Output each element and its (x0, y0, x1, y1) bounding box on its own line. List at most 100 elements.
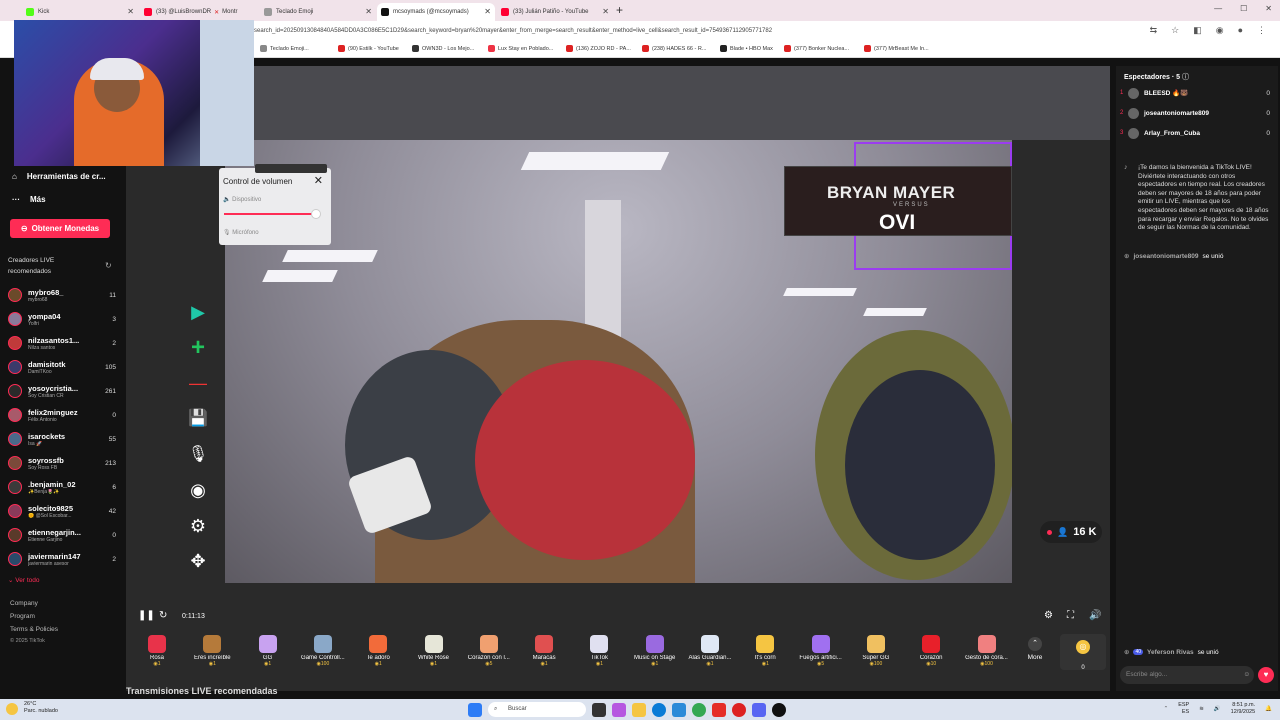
volume-icon[interactable]: 🔊 (1214, 706, 1221, 713)
footer-link-company[interactable]: Company (10, 600, 38, 607)
emoji-icon[interactable]: ☺ (1243, 666, 1250, 684)
gift-item[interactable]: Maracas ◉1 (517, 631, 571, 667)
file-explorer-icon[interactable] (632, 702, 646, 717)
eye-icon[interactable]: ◉ (188, 480, 208, 500)
heart-icon[interactable]: ♥ (1258, 667, 1274, 683)
gift-item[interactable]: It's corn ◉1 (738, 631, 792, 667)
close-icon[interactable]: ✕ (484, 7, 491, 16)
windows-start-icon[interactable] (468, 702, 482, 717)
gift-item[interactable]: Súper GG ◉100 (849, 631, 903, 667)
tab-youtube-luis[interactable]: (33) @LuisBrownDR ✕ Montr (140, 3, 246, 21)
tab-youtube-julian[interactable]: (33) Julián Patiño - YouTube ✕ (497, 3, 613, 21)
refresh-icon[interactable]: ↻ (159, 610, 167, 621)
sidebar-creator-item[interactable]: felix2minguez Félix Antonio 0 (8, 404, 116, 426)
notification-icon[interactable]: 🔔 (1265, 706, 1272, 713)
shield-icon[interactable]: ◉ (1216, 25, 1224, 36)
close-window-icon[interactable]: ✕ (1265, 4, 1272, 13)
task-view-icon[interactable] (592, 702, 606, 717)
clock[interactable]: 8:51 p.m. 12/9/2025 (1231, 702, 1255, 716)
move-icon[interactable]: ✥ (188, 551, 208, 571)
bookmark[interactable]: (377) Bonker Nuclea... (784, 45, 849, 52)
bookmark[interactable]: Blade • HBO Max (720, 45, 773, 52)
address-bar[interactable]: search_id=20250913084840A584DD0A3C086E5C… (254, 25, 1114, 38)
more-gifts-button[interactable]: ⌃ More (1020, 637, 1050, 661)
bookmark[interactable]: Teclado Emoji... (260, 45, 309, 52)
translate-icon[interactable]: ⇆ (1150, 25, 1158, 36)
youtube-icon[interactable] (712, 702, 726, 717)
maximize-icon[interactable]: ☐ (1240, 4, 1247, 13)
discord-icon[interactable] (752, 702, 766, 717)
spectator-row[interactable]: 1 BLEESD 🔥🐻 0 (1120, 86, 1270, 100)
settings-icon[interactable]: ⚙ (1044, 610, 1053, 621)
coin-balance-box[interactable]: ◎ 0 (1060, 634, 1106, 671)
sidebar-creator-item[interactable]: etiennegarjin... Etienne Garjino 0 (8, 524, 116, 546)
minus-icon[interactable]: — (188, 373, 208, 393)
chat-input[interactable]: Escribe algo... ☺ (1120, 666, 1254, 684)
footer-link-terms[interactable]: Terms & Policies (10, 626, 58, 633)
tab-teclado-emoji[interactable]: Teclado Emoji ✕ (260, 3, 376, 21)
bookmark[interactable]: (136) ZOJO RD - PA... (566, 45, 631, 52)
fullscreen-icon[interactable]: ⛶ (1067, 610, 1074, 621)
copilot-icon[interactable] (612, 702, 626, 717)
plus-icon[interactable]: + (188, 334, 208, 361)
extension-icon[interactable]: ◧ (1193, 25, 1202, 36)
weather-widget[interactable]: 26°C Parc. nublado (24, 701, 58, 715)
gift-item[interactable]: Corazón ◉10 (904, 631, 958, 667)
gift-item[interactable]: GG ◉1 (241, 631, 295, 667)
tab-kick[interactable]: Kick ✕ (22, 3, 138, 21)
pause-icon[interactable]: ❚❚ (138, 610, 155, 621)
gift-item[interactable]: Corazón con l... ◉5 (462, 631, 516, 667)
bookmark[interactable]: (90) Estilk - YouTube (338, 45, 399, 52)
viewer-count-badge[interactable]: 👤 16 K (1040, 521, 1102, 543)
sidebar-creator-item[interactable]: damisitotk DamiTKoo 105 (8, 356, 116, 378)
chevron-up-icon[interactable]: ⌃ (1164, 706, 1169, 713)
sidebar-creator-item[interactable]: isarockets Isa 🚀 55 (8, 428, 116, 450)
chat-username[interactable]: Yeferson Rivas (1147, 649, 1194, 656)
minimize-icon[interactable]: — (1214, 4, 1222, 13)
sidebar-item-more[interactable]: ··· Más (12, 195, 46, 204)
wifi-icon[interactable]: ≋ (1199, 706, 1204, 713)
gift-item[interactable]: Rosa ◉1 (130, 631, 184, 667)
mail-icon[interactable] (672, 702, 686, 717)
save-icon[interactable]: 💾 (188, 408, 208, 428)
sidebar-creator-item[interactable]: yosoycristia... Soy Cristian CR 261 (8, 380, 116, 402)
sidebar-creator-item[interactable]: .benjamin_02 ✨Benja🌷✨ 6 (8, 476, 116, 498)
gift-item[interactable]: Fuegos artifici... ◉5 (794, 631, 848, 667)
star-icon[interactable]: ☆ (1171, 25, 1179, 36)
refresh-icon[interactable]: ↻ (105, 261, 112, 270)
chrome-icon[interactable] (692, 702, 706, 717)
close-icon[interactable]: ✕ (314, 174, 323, 187)
gift-item[interactable]: Gesto de cora... ◉100 (960, 631, 1014, 667)
sidebar-creator-item[interactable]: mybro68_ mybro68 11 (8, 284, 116, 306)
obs-icon[interactable] (772, 702, 786, 717)
edge-icon[interactable] (652, 702, 666, 717)
gift-item[interactable]: Music on Stage ◉1 (628, 631, 682, 667)
menu-icon[interactable]: ⋮ (1257, 25, 1266, 36)
bookmark[interactable]: (238) HADES 66 - R... (642, 45, 706, 52)
close-icon[interactable]: ✕ (365, 7, 372, 16)
volume-slider-track[interactable] (224, 213, 317, 215)
see-all-link[interactable]: ⌄ Ver todo (8, 576, 39, 584)
volume-slider-handle[interactable] (311, 209, 322, 219)
tab-tiktok-active[interactable]: mcsoymads (@mcsoymads) ✕ (377, 3, 495, 21)
bookmark[interactable]: (377) MrBeast Me In... (864, 45, 929, 52)
gift-item[interactable]: Game Controll... ◉100 (296, 631, 350, 667)
gift-item[interactable]: Te adoro ◉1 (351, 631, 405, 667)
close-icon[interactable]: ✕ (602, 7, 609, 16)
chat-username[interactable]: joseantoniomarte809 (1133, 253, 1198, 260)
bookmark[interactable]: Lux Stay en Poblado... (488, 45, 553, 52)
taskbar-search[interactable]: ⌕ Buscar (488, 702, 586, 717)
sidebar-creator-item[interactable]: yompa04 Yolfri 3 (8, 308, 116, 330)
sidebar-item-tools[interactable]: ⌂ Herramientas de cr... (12, 172, 106, 181)
gift-item[interactable]: Alas Guardian... ◉1 (683, 631, 737, 667)
spectator-row[interactable]: 2 joseantoniomarte809 0 (1120, 106, 1270, 120)
play-icon[interactable]: ▶ (188, 302, 208, 322)
footer-link-program[interactable]: Program (10, 613, 35, 620)
gift-item[interactable]: TikTok ◉1 (572, 631, 626, 667)
gift-item[interactable]: Eres increíble ◉1 (185, 631, 239, 667)
broadcast-icon[interactable]: 🎙 (188, 444, 208, 464)
spectator-row[interactable]: 3 Arlay_From_Cuba 0 (1120, 126, 1270, 140)
close-icon[interactable]: ✕ (127, 7, 134, 16)
get-coins-button[interactable]: ⊖ Obtener Monedas (10, 219, 110, 238)
system-tray[interactable]: ⌃ ESP ES ≋ 🔊 8:51 p.m. 12/9/2025 🔔 (1164, 702, 1272, 716)
